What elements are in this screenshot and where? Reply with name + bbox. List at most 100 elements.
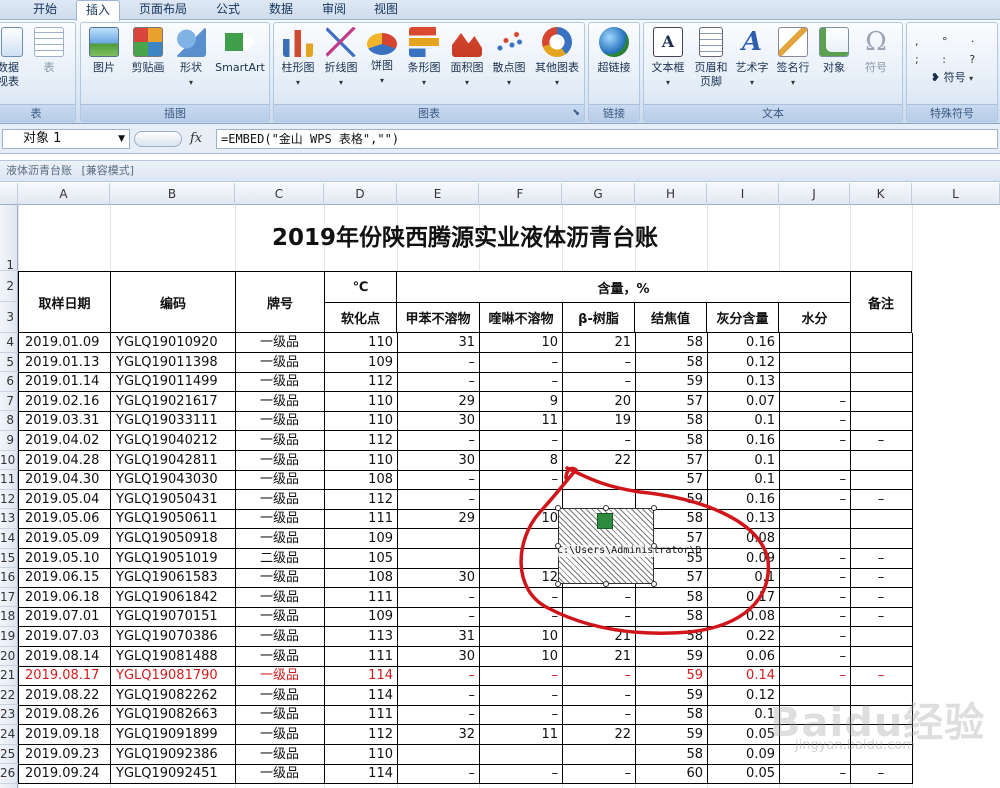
cell-water[interactable]: – [779,391,851,412]
cell-toluene-insoluble[interactable]: – [397,587,480,608]
row-header-1[interactable]: 1 [0,205,18,271]
cell-grade[interactable]: 二级品 [235,548,325,569]
cell-remark[interactable]: – [850,587,913,608]
cell-code[interactable]: YGLQ19040212 [110,431,236,451]
cell-coking-value[interactable]: 58 [635,744,708,765]
cell-remark[interactable] [850,352,913,373]
cell-coking-value[interactable]: 58 [635,333,708,353]
cell-beta-resin[interactable] [562,489,636,510]
tab-view[interactable]: 视图 [364,0,408,20]
cell-code[interactable]: YGLQ19050611 [110,509,236,530]
bar-chart-button[interactable]: 条形图 ▾ [402,27,446,90]
cell-grade[interactable]: 一级品 [235,450,325,471]
cell-code[interactable]: YGLQ19042811 [110,450,236,471]
column-header-i[interactable]: I [707,183,779,205]
cell-coking-value[interactable]: 58 [635,705,708,726]
cell-toluene-insoluble[interactable]: 30 [397,411,480,432]
cell-date[interactable]: 2019.01.09 [18,333,111,353]
cell-softening-point[interactable]: 108 [324,568,398,589]
cell-softening-point[interactable]: 112 [324,431,398,451]
cell-date[interactable]: 2019.09.23 [18,744,111,765]
cell-ash-content[interactable]: 0.07 [707,391,780,412]
column-header-c[interactable]: C [235,183,324,205]
cell-beta-resin[interactable]: – [562,372,636,393]
cell-softening-point[interactable]: 112 [324,725,398,745]
cell-date[interactable]: 2019.09.24 [18,764,111,785]
cell-date[interactable]: 2019.06.18 [18,587,111,608]
cell-toluene-insoluble[interactable]: 30 [397,646,480,667]
row-header-8[interactable]: 8 [0,411,18,431]
tab-review[interactable]: 审阅 [312,0,356,20]
cell-coking-value[interactable]: 59 [635,646,708,667]
cell-quinoline-insoluble[interactable]: – [479,764,563,785]
cell-softening-point[interactable]: 109 [324,607,398,628]
cell-toluene-insoluble[interactable]: – [397,705,480,726]
cell-coking-value[interactable]: 59 [635,666,708,687]
cell-quinoline-insoluble[interactable]: 10 [479,333,563,353]
cell-beta-resin[interactable]: 22 [562,450,636,471]
cell-toluene-insoluble[interactable]: 32 [397,725,480,745]
resize-handle[interactable] [651,543,657,549]
cell-date[interactable]: 2019.08.17 [18,666,111,687]
cell-grade[interactable]: 一级品 [235,489,325,510]
row-header-23[interactable]: 23 [0,705,18,725]
cell-code[interactable]: YGLQ19050918 [110,529,236,549]
cell-quinoline-insoluble[interactable]: – [479,372,563,393]
cell-grade[interactable]: 一级品 [235,470,325,491]
cell-water[interactable]: – [779,548,851,569]
cell-beta-resin[interactable]: 21 [562,627,636,647]
textbox-button[interactable]: A 文本框 ▾ [646,27,690,90]
cell-code[interactable]: YGLQ19092451 [110,764,236,785]
cell-date[interactable]: 2019.08.14 [18,646,111,667]
cell-grade[interactable]: 一级品 [235,372,325,393]
cell-toluene-insoluble[interactable]: – [397,470,480,491]
cell-water[interactable]: – [779,470,851,491]
resize-handle[interactable] [555,581,561,587]
cell-remark[interactable]: – [850,764,913,785]
column-header-e[interactable]: E [397,183,479,205]
cell-toluene-insoluble[interactable]: – [397,607,480,628]
cell-date[interactable]: 2019.09.18 [18,725,111,745]
cell-code[interactable]: YGLQ19070151 [110,607,236,628]
cell-toluene-insoluble[interactable]: – [397,372,480,393]
cell-remark[interactable] [850,470,913,491]
wordart-button[interactable]: A 艺术字 ▾ [732,27,772,90]
cell-date[interactable]: 2019.04.30 [18,470,111,491]
signature-button[interactable]: 签名行 ▾ [772,27,814,90]
cell-coking-value[interactable]: 59 [635,685,708,706]
other-charts-button[interactable]: 其他图表 ▾ [530,27,584,90]
cell-grade[interactable]: 一级品 [235,685,325,706]
column-header-a[interactable]: A [18,183,110,205]
cell-date[interactable]: 2019.02.16 [18,391,111,412]
shapes-button[interactable]: 形状 ▾ [171,27,211,90]
cell-coking-value[interactable]: 59 [635,372,708,393]
cell-water[interactable]: – [779,411,851,432]
cell-toluene-insoluble[interactable]: 31 [397,333,480,353]
cell-ash-content[interactable]: 0.17 [707,587,780,608]
cell-code[interactable]: YGLQ19081790 [110,666,236,687]
cell-grade[interactable]: 一级品 [235,529,325,549]
symbol-grid[interactable]: , ° ·; : ? [915,33,991,69]
embedded-object[interactable]: C:\Users\Administrator\D [555,505,702,587]
row-header-22[interactable]: 22 [0,686,18,706]
cell-grade[interactable]: 一级品 [235,333,325,353]
tab-home[interactable]: 开始 [20,0,70,20]
cell-water[interactable] [779,372,851,393]
cell-code[interactable]: YGLQ19050431 [110,489,236,510]
cell-softening-point[interactable]: 114 [324,666,398,687]
cell-grade[interactable]: 一级品 [235,587,325,608]
cell-date[interactable]: 2019.01.13 [18,352,111,373]
cell-ash-content[interactable]: 0.1 [707,450,780,471]
resize-handle[interactable] [651,581,657,587]
cell-coking-value[interactable]: 60 [635,764,708,785]
row-header-19[interactable]: 19 [0,627,18,647]
resize-handle[interactable] [555,543,561,549]
select-all-corner[interactable] [0,183,18,205]
cell-water[interactable] [779,450,851,471]
cell-toluene-insoluble[interactable]: 30 [397,568,480,589]
cell-date[interactable]: 2019.05.04 [18,489,111,510]
cell-toluene-insoluble[interactable]: – [397,764,480,785]
column-header-j[interactable]: J [779,183,850,205]
cell-water[interactable]: – [779,646,851,667]
name-box[interactable]: 对象 1 ▼ [2,129,130,149]
